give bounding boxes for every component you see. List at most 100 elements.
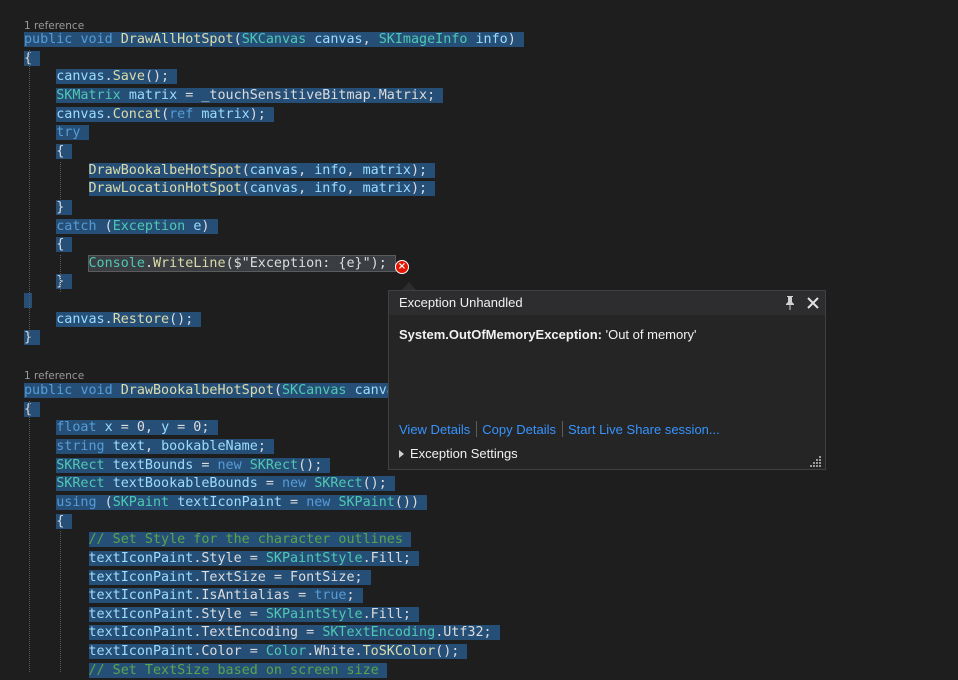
code-token: .TextSize = FontSize;	[193, 570, 363, 585]
code-token: ;	[346, 588, 355, 603]
code-line: float x = 0, y = 0;	[24, 419, 218, 437]
error-glyph-icon[interactable]: ×	[395, 260, 409, 274]
code-line: {	[24, 50, 41, 68]
code-token: .White.	[306, 644, 363, 659]
expander-icon[interactable]	[399, 450, 404, 458]
code-token: = 0,	[112, 420, 162, 435]
code-token: .Utf32;	[435, 625, 492, 640]
code-token: ();	[169, 312, 194, 327]
code-line: textIconPaint.Style = SKPaintStyle.Fill;	[24, 550, 420, 568]
selected-code: }	[24, 330, 41, 345]
code-token: SKPaintStyle	[265, 607, 363, 622]
selected-code: {	[24, 51, 41, 66]
exception-type: System.OutOfMemoryException:	[399, 327, 602, 342]
code-token: SKRect	[56, 458, 105, 473]
exception-settings-label: Exception Settings	[410, 446, 518, 461]
code-token: void	[80, 383, 113, 398]
link-separator	[562, 421, 563, 437]
code-token: SKCanvas	[282, 383, 347, 398]
code-token: =	[257, 476, 282, 491]
code-token: matrix	[362, 163, 411, 178]
selected-code: }	[56, 274, 73, 289]
code-token: .IsAntialias =	[193, 588, 315, 603]
code-token: ,	[346, 163, 363, 178]
code-token: ();	[144, 69, 170, 84]
code-token: SKRect	[249, 458, 299, 473]
code-token: SKPaintStyle	[265, 551, 363, 566]
code-token: )	[507, 32, 516, 47]
code-token: (	[241, 163, 250, 178]
code-token: ref	[169, 107, 194, 122]
selected-code: // Set TextSize based on screen size	[88, 663, 387, 678]
selected-code: SKMatrix matrix = _touchSensitiveBitmap.…	[56, 88, 444, 103]
resize-grip-icon[interactable]	[810, 454, 822, 467]
code-token: .Fill;	[362, 551, 411, 566]
code-token: (	[241, 181, 250, 196]
selected-code: textIconPaint.Color = Color.White.ToSKCo…	[88, 644, 468, 659]
code-token: SKPaint	[112, 495, 170, 510]
code-token: textIconPaint	[88, 588, 194, 603]
selected-code: {	[56, 514, 73, 529]
code-token: SKPaint	[338, 495, 395, 510]
code-token: float	[56, 420, 97, 435]
code-line: SKRect textBookableBounds = new SKRect()…	[24, 475, 395, 493]
code-line: using (SKPaint textIconPaint = new SKPai…	[24, 494, 428, 512]
copy-details-link[interactable]: Copy Details	[482, 422, 556, 437]
code-token: Concat	[112, 107, 162, 122]
selected-code: SKRect textBounds = new SKRect();	[56, 458, 331, 473]
popup-links: View Details Copy Details Start Live Share…	[399, 421, 720, 437]
code-token: SKCanvas	[241, 32, 307, 47]
code-line: canvas.Save();	[24, 68, 178, 86]
close-icon[interactable]	[805, 295, 821, 311]
exception-popup: Exception Unhandled System.OutOfMemoryEx…	[388, 290, 826, 470]
pin-icon[interactable]	[783, 295, 797, 311]
code-token: string	[56, 439, 105, 454]
code-token: bookableName	[161, 439, 258, 454]
code-line: }	[24, 273, 73, 291]
code-line: textIconPaint.TextEncoding = SKTextEncod…	[24, 624, 500, 642]
code-line: public void DrawAllHotSpot(SKCanvas canv…	[24, 31, 524, 49]
code-token: textIconPaint	[177, 495, 282, 510]
code-token: catch	[56, 219, 97, 234]
code-token: = 0;	[169, 420, 210, 435]
code-line: {	[24, 513, 73, 531]
code-token: .TextEncoding =	[193, 625, 323, 640]
code-line: textIconPaint.Color = Color.White.ToSKCo…	[24, 643, 468, 661]
indent-guide	[60, 255, 61, 292]
selected-code: catch (Exception e)	[56, 219, 218, 234]
codelens-references[interactable]: 1 reference	[24, 369, 84, 383]
code-token: info	[475, 32, 508, 47]
code-token: ToSKColor	[362, 644, 436, 659]
selected-code: {	[56, 237, 73, 252]
code-line: {	[24, 143, 73, 161]
selected-code: public void DrawAllHotSpot(SKCanvas canv…	[24, 32, 524, 47]
selected-code: textIconPaint.TextSize = FontSize;	[88, 570, 371, 585]
code-line: catch (Exception e)	[24, 218, 218, 236]
exception-settings-toggle[interactable]: Exception Settings	[399, 446, 518, 461]
code-token: Console	[88, 256, 145, 271]
code-token: DrawLocationHotSpot	[88, 181, 242, 196]
code-token: ,	[144, 439, 162, 454]
code-token: textIconPaint	[88, 570, 194, 585]
code-token: (	[96, 219, 113, 234]
code-token: .	[104, 107, 113, 122]
code-line: textIconPaint.TextSize = FontSize;	[24, 569, 371, 587]
view-details-link[interactable]: View Details	[399, 422, 470, 437]
live-share-link[interactable]: Start Live Share session...	[568, 422, 720, 437]
code-line: string text, bookableName;	[24, 438, 274, 456]
code-token: DrawBookalbeHotSpot	[88, 163, 242, 178]
code-token: new	[217, 458, 242, 473]
code-token: );	[411, 163, 428, 178]
code-token: );	[411, 181, 428, 196]
code-token: SKTextEncoding	[322, 625, 436, 640]
code-token: true	[314, 588, 347, 603]
current-statement: Console.WriteLine($"Exception: {e}");	[87, 255, 396, 272]
